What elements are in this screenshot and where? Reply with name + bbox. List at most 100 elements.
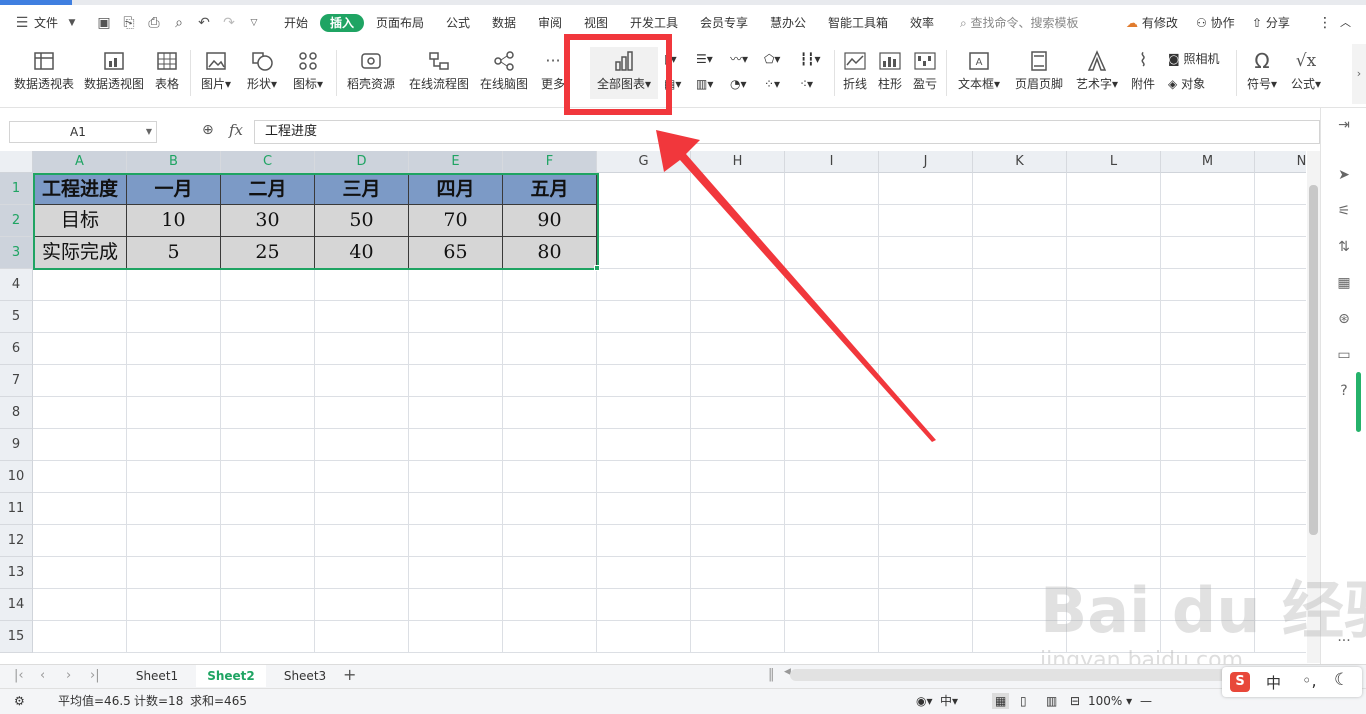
row-header-2[interactable]: 2 (0, 205, 33, 237)
format-icon[interactable]: ⇅ (1335, 238, 1353, 256)
name-box[interactable]: A1 ▼ (9, 121, 157, 143)
row-header-6[interactable]: 6 (0, 333, 33, 365)
row-header-13[interactable]: 13 (0, 557, 33, 589)
hamburger-icon[interactable]: ☰ (14, 15, 30, 31)
online-mindmap-button[interactable]: 在线脑图 (476, 50, 532, 92)
column-header-E[interactable]: E (409, 151, 503, 173)
zoom-level[interactable]: 100% ▾ (1088, 693, 1132, 709)
column-header-B[interactable]: B (127, 151, 221, 173)
sheet-tab-2[interactable]: Sheet2 (196, 665, 266, 687)
pivot-table-button[interactable]: 数据透视表 (12, 50, 76, 92)
ribbon-scroll-right-icon[interactable]: › (1352, 44, 1366, 104)
icon-button[interactable]: 图标▾ (288, 50, 328, 92)
tab-view[interactable]: 视图 (584, 14, 608, 32)
sparkline-column-button[interactable]: 柱形 (875, 50, 905, 92)
row-header-8[interactable]: 8 (0, 397, 33, 429)
last-sheet-icon[interactable]: ›| (90, 668, 100, 683)
collaborate-button[interactable]: ⚇ 协作 (1196, 14, 1235, 32)
sparkline-line-button[interactable]: 折线 (840, 50, 870, 92)
tab-huibangong[interactable]: 慧办公 (770, 14, 806, 32)
template-icon[interactable]: ▦ (1335, 274, 1353, 292)
chevron-down-icon[interactable]: ▼ (64, 15, 80, 31)
file-menu[interactable]: 文件 (34, 14, 58, 32)
fill-handle[interactable] (594, 265, 600, 271)
next-sheet-icon[interactable]: › (66, 668, 71, 683)
page-break-view-icon[interactable]: ▥ (1046, 693, 1057, 709)
save-icon[interactable]: ▣ (96, 15, 112, 31)
tab-smart-toolbox[interactable]: 智能工具箱 (828, 14, 888, 32)
print-preview-icon[interactable]: ⌕ (171, 15, 187, 31)
split-handle-icon[interactable]: ‖ (768, 667, 775, 682)
scatter-chart-icon[interactable]: ⁘▾ (764, 76, 780, 92)
row-header-11[interactable]: 11 (0, 493, 33, 525)
ime-language[interactable]: 中 (1266, 672, 1281, 693)
page-layout-view-icon[interactable]: ▯ (1020, 693, 1027, 709)
eye-protection-icon[interactable]: ◉▾ (916, 693, 933, 709)
macro-icon[interactable]: ⚙ (14, 693, 25, 709)
tab-home[interactable]: 开始 (284, 14, 308, 32)
tab-data[interactable]: 数据 (492, 14, 516, 32)
punctuation-icon[interactable]: ◦, (1302, 671, 1317, 690)
vertical-scroll-thumb[interactable] (1309, 185, 1318, 535)
sheet-tab-3[interactable]: Sheet3 (270, 665, 340, 687)
print-icon[interactable]: ⎙ (146, 15, 162, 31)
sheet-tab-1[interactable]: Sheet1 (122, 665, 192, 687)
normal-view-icon[interactable]: ▦ (992, 693, 1010, 709)
undo-icon[interactable]: ↶ (196, 15, 212, 31)
column-header-N[interactable]: N (1255, 151, 1306, 173)
quick-access-more-icon[interactable]: ▽ (246, 15, 262, 31)
stock-chart-icon[interactable]: ▥▾ (696, 76, 713, 92)
tab-review[interactable]: 审阅 (538, 14, 562, 32)
camera-button[interactable]: ◙ 照相机 (1168, 51, 1220, 67)
prev-sheet-icon[interactable]: ‹ (40, 668, 45, 683)
night-mode-icon[interactable]: ☾ (1334, 670, 1349, 690)
online-flowchart-button[interactable]: 在线流程图 (406, 50, 472, 92)
row-header-12[interactable]: 12 (0, 525, 33, 557)
tab-member[interactable]: 会员专享 (700, 14, 748, 32)
select-all-corner[interactable] (0, 151, 33, 173)
column-header-L[interactable]: L (1067, 151, 1161, 173)
row-header-15[interactable]: 15 (0, 621, 33, 653)
chevron-down-icon[interactable]: ▼ (146, 122, 152, 142)
shape-button[interactable]: 形状▾ (242, 50, 282, 92)
column-header-F[interactable]: F (503, 151, 597, 173)
reader-icon[interactable]: ▭ (1335, 346, 1353, 364)
row-header-3[interactable]: 3 (0, 237, 33, 269)
column-header-K[interactable]: K (973, 151, 1067, 173)
row-header-5[interactable]: 5 (0, 301, 33, 333)
bar-chart-small-icon[interactable]: ☰▾ (696, 51, 713, 67)
panel-collapse-icon[interactable]: ⇥ (1335, 116, 1353, 134)
pie-chart-icon[interactable]: ◔▾ (730, 76, 747, 92)
add-sheet-icon[interactable]: + (343, 665, 356, 684)
picture-button[interactable]: 图片▾ (196, 50, 236, 92)
row-header-7[interactable]: 7 (0, 365, 33, 397)
sogou-logo-icon[interactable]: S (1230, 672, 1250, 692)
tab-insert[interactable]: 插入 (320, 14, 365, 32)
share-button[interactable]: ⇧ 分享 (1252, 14, 1290, 32)
radar-chart-icon[interactable]: ⬠▾ (764, 51, 780, 67)
box-chart-icon[interactable]: ┇┇▾ (800, 51, 820, 67)
row-header-14[interactable]: 14 (0, 589, 33, 621)
more-charts-icon[interactable]: ⁖▾ (800, 76, 813, 92)
tab-page-layout[interactable]: 页面布局 (376, 14, 424, 32)
row-header-10[interactable]: 10 (0, 461, 33, 493)
tab-developer[interactable]: 开发工具 (630, 14, 678, 32)
insert-function-icon[interactable]: fx (229, 121, 243, 139)
line-chart-small-icon[interactable]: 〰▾ (730, 51, 748, 67)
symbol-button[interactable]: Ω 符号▾ (1242, 50, 1282, 92)
zoom-formula-icon[interactable]: ⊕ (202, 122, 214, 138)
sparkline-winloss-button[interactable]: 盈亏 (910, 50, 940, 92)
daoke-resource-button[interactable]: 稻壳资源 (342, 50, 400, 92)
row-header-9[interactable]: 9 (0, 429, 33, 461)
pivot-chart-button[interactable]: 数据透视图 (82, 50, 146, 92)
help-icon[interactable]: ? (1335, 382, 1353, 400)
header-footer-button[interactable]: 页眉页脚 (1010, 50, 1068, 92)
ime-status-icon[interactable]: 中▾ (940, 693, 958, 709)
textbox-button[interactable]: A 文本框▾ (954, 50, 1004, 92)
changes-button[interactable]: ☁ 有修改 (1126, 14, 1178, 32)
attachment-button[interactable]: ⌇ 附件 (1127, 50, 1159, 92)
select-cursor-icon[interactable]: ➤ (1335, 166, 1353, 184)
command-search[interactable]: ⌕ 查找命令、搜索模板 (960, 14, 1079, 32)
column-header-D[interactable]: D (315, 151, 409, 173)
collapse-ribbon-icon[interactable]: ︿ (1340, 14, 1351, 32)
